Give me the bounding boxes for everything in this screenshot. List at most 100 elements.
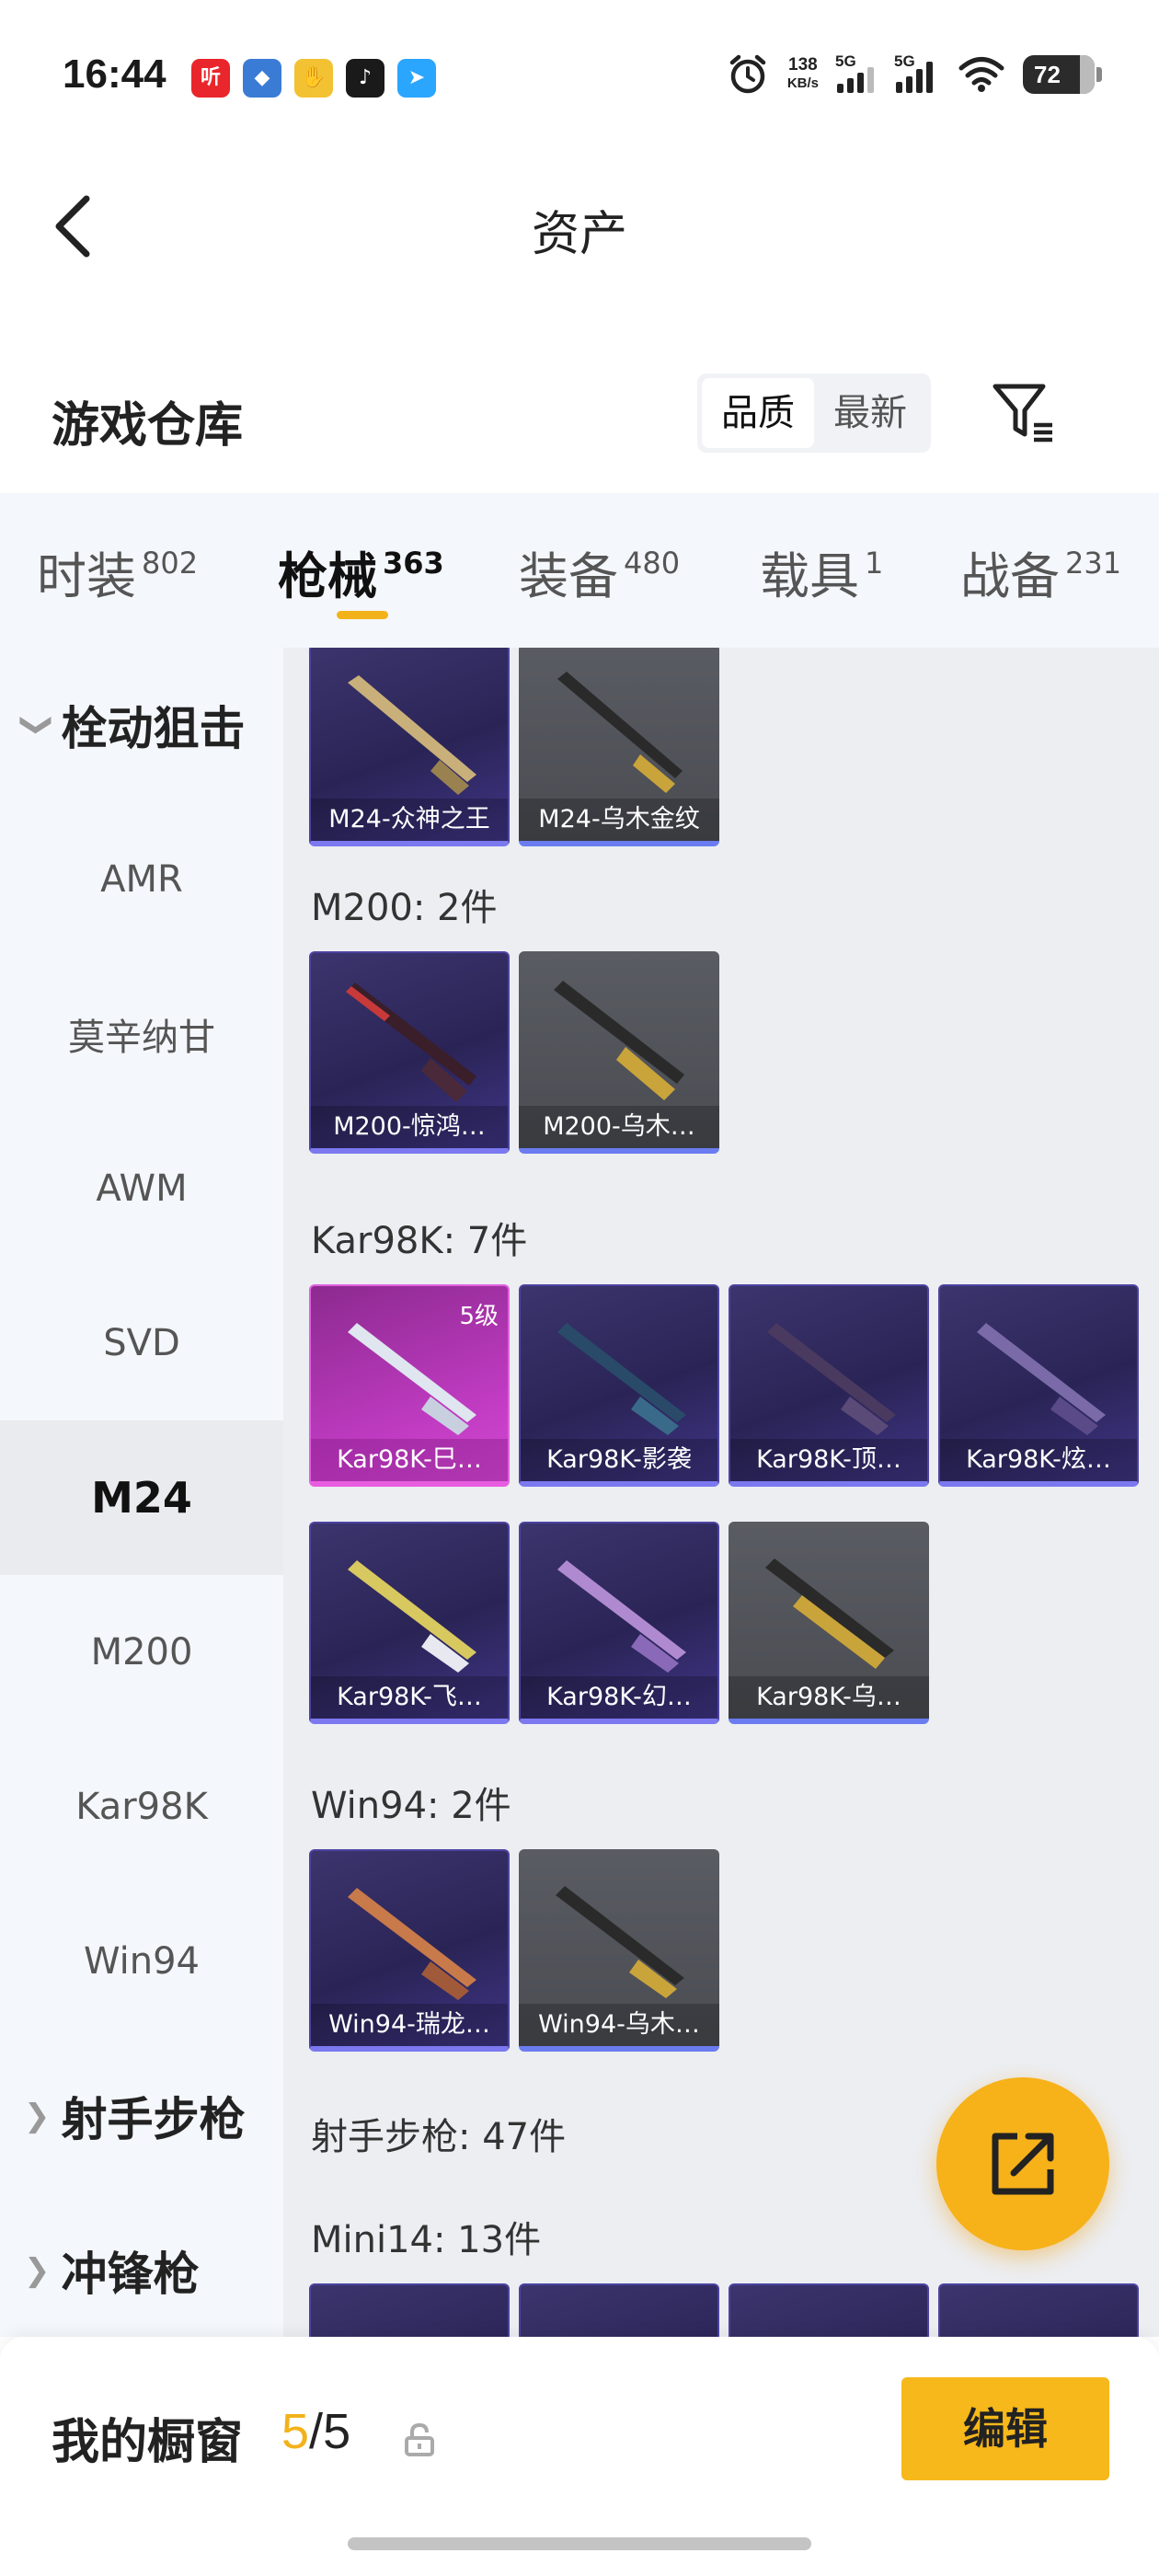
section-title-win94: Win94: 2件 <box>311 1785 511 1827</box>
item-card[interactable]: Kar98K-飞… <box>309 1522 510 1724</box>
sidebar-item-m200[interactable]: M200 <box>0 1575 283 1730</box>
sidebar-group-smg[interactable]: ❯ 冲锋枪 <box>0 2193 283 2337</box>
rifle-icon <box>557 1560 686 1673</box>
sort-quality-button[interactable]: 品质 <box>702 378 814 448</box>
nav-bar: 资产 <box>0 156 1159 294</box>
sidebar-group-label: 栓动狙击 <box>61 702 246 755</box>
sidebar-item-svd[interactable]: SVD <box>0 1266 283 1420</box>
item-name: Kar98K-顶… <box>730 1439 927 1481</box>
chevron-right-icon: ❯ <box>24 2098 51 2134</box>
rifle-icon <box>767 1323 896 1435</box>
tab-vehicles[interactable]: 载具 1 <box>760 535 883 608</box>
sort-toggle: 品质 最新 <box>697 374 931 453</box>
rifle-icon <box>554 981 684 1100</box>
rifle-icon <box>557 672 683 793</box>
sidebar-item-m24[interactable]: M24 <box>0 1420 283 1575</box>
sidebar-group-bolt-action[interactable]: ❯ 栓动狙击 <box>0 648 283 802</box>
sort-latest-button[interactable]: 最新 <box>814 378 926 448</box>
item-card[interactable] <box>519 2283 719 2337</box>
active-tab-indicator <box>337 611 388 619</box>
share-icon <box>992 2133 1054 2195</box>
warehouse-title: 游戏仓库 <box>52 398 244 454</box>
net-speed: 138 KB/s <box>787 56 819 93</box>
item-name: Kar98K-乌… <box>729 1676 929 1719</box>
edit-button[interactable]: 编辑 <box>901 2377 1109 2480</box>
section-title-kar98k: Kar98K: 7件 <box>311 1220 528 1262</box>
share-button[interactable] <box>936 2077 1109 2250</box>
rifle-icon <box>348 675 476 795</box>
wifi-icon <box>958 57 1004 92</box>
showcase-bar: 我的橱窗 5/5 编辑 <box>0 2337 1159 2576</box>
sidebar-item-mosin[interactable]: 莫辛纳甘 <box>0 957 283 1111</box>
rifle-icon <box>765 1558 894 1669</box>
lock-icon <box>405 2422 434 2456</box>
notification-icons: 听 ◆ ✋ ♪ ➤ <box>191 59 436 98</box>
item-name: Win94-乌木… <box>519 2004 719 2046</box>
tab-vehicles-label: 载具 <box>760 547 859 605</box>
item-card[interactable] <box>938 2283 1139 2337</box>
signal-label-2: 5G <box>894 52 915 70</box>
section-title-m200: M200: 2件 <box>311 887 498 929</box>
battery-level: 72 <box>1034 61 1061 88</box>
item-name: M200-乌木… <box>519 1106 719 1148</box>
chevron-right-icon: ❯ <box>24 2252 51 2289</box>
tab-equipment-label: 装备 <box>519 547 618 605</box>
home-indicator[interactable] <box>348 2537 811 2550</box>
sidebar-group-label: 冲锋枪 <box>61 2248 200 2301</box>
item-name: M200-惊鸿… <box>311 1106 508 1148</box>
item-card[interactable]: 5级 Kar98K-巳… <box>309 1284 510 1487</box>
item-card[interactable]: M200-乌木… <box>519 951 719 1154</box>
alarm-icon <box>729 54 766 94</box>
item-card[interactable]: Kar98K-顶… <box>729 1284 929 1487</box>
showcase-total: 5 <box>323 2404 351 2459</box>
item-name: Kar98K-炫… <box>940 1439 1137 1481</box>
tab-readiness-count: 231 <box>1065 546 1122 581</box>
sidebar-item-awm[interactable]: AWM <box>0 1111 283 1266</box>
item-name: M24-众神之王 <box>311 799 508 841</box>
item-card[interactable] <box>309 2283 510 2337</box>
sidebar: ❯ 栓动狙击 AMR 莫辛纳甘 AWM SVD M24 M200 Kar98K … <box>0 648 283 2337</box>
item-card[interactable]: Win94-乌木… <box>519 1849 719 2052</box>
sidebar-item-win94[interactable]: Win94 <box>0 1884 283 2039</box>
yellow-app-icon: ✋ <box>294 59 333 98</box>
section-title-mini14: Mini14: 13件 <box>311 2219 542 2261</box>
rifle-icon <box>346 983 476 1102</box>
item-card[interactable]: M24-众神之王 <box>309 648 510 846</box>
sidebar-item-kar98k[interactable]: Kar98K <box>0 1730 283 1884</box>
battery-indicator: 72 <box>1023 55 1102 94</box>
status-time: 16:44 <box>63 52 166 97</box>
signal-icon-2: 5G <box>894 52 940 93</box>
tab-fashion-label: 时装 <box>37 547 136 605</box>
item-card[interactable]: Kar98K-乌… <box>729 1522 929 1724</box>
douyin-app-icon: ♪ <box>346 59 384 98</box>
tab-equipment[interactable]: 装备 480 <box>519 535 680 608</box>
rifle-icon <box>557 1323 686 1435</box>
item-card[interactable]: Win94-瑞龙… <box>309 1849 510 2052</box>
showcase-separator: / <box>309 2404 324 2459</box>
rifle-icon <box>348 1888 476 2000</box>
tab-readiness[interactable]: 战备 231 <box>960 535 1121 608</box>
item-card[interactable]: M200-惊鸿… <box>309 951 510 1154</box>
sidebar-group-label: 射手步枪 <box>61 2093 246 2146</box>
filter-icon[interactable] <box>992 381 1058 447</box>
tab-firearms[interactable]: 枪械 363 <box>278 535 444 608</box>
item-card[interactable] <box>729 2283 929 2337</box>
showcase-label: 我的橱窗 <box>52 2415 244 2470</box>
send-app-icon: ➤ <box>397 59 436 98</box>
sidebar-item-amr[interactable]: AMR <box>0 802 283 957</box>
chat-app-icon: ◆ <box>243 59 281 98</box>
item-card[interactable]: M24-乌木金纹 <box>519 648 719 846</box>
tab-vehicles-count: 1 <box>865 546 884 581</box>
sidebar-group-dmr[interactable]: ❯ 射手步枪 <box>0 2039 283 2193</box>
item-name: Kar98K-巳… <box>311 1439 508 1481</box>
item-name: Kar98K-幻… <box>521 1676 717 1719</box>
tab-fashion[interactable]: 时装 802 <box>37 535 198 608</box>
showcase-count: 5/5 <box>281 2403 350 2460</box>
item-card[interactable]: Kar98K-影袭 <box>519 1284 719 1487</box>
rifle-icon <box>348 1560 476 1673</box>
item-name: Kar98K-飞… <box>311 1676 508 1719</box>
page-title: 资产 <box>531 207 627 262</box>
tab-readiness-label: 战备 <box>960 547 1060 605</box>
item-card[interactable]: Kar98K-幻… <box>519 1522 719 1724</box>
item-card[interactable]: Kar98K-炫… <box>938 1284 1139 1487</box>
